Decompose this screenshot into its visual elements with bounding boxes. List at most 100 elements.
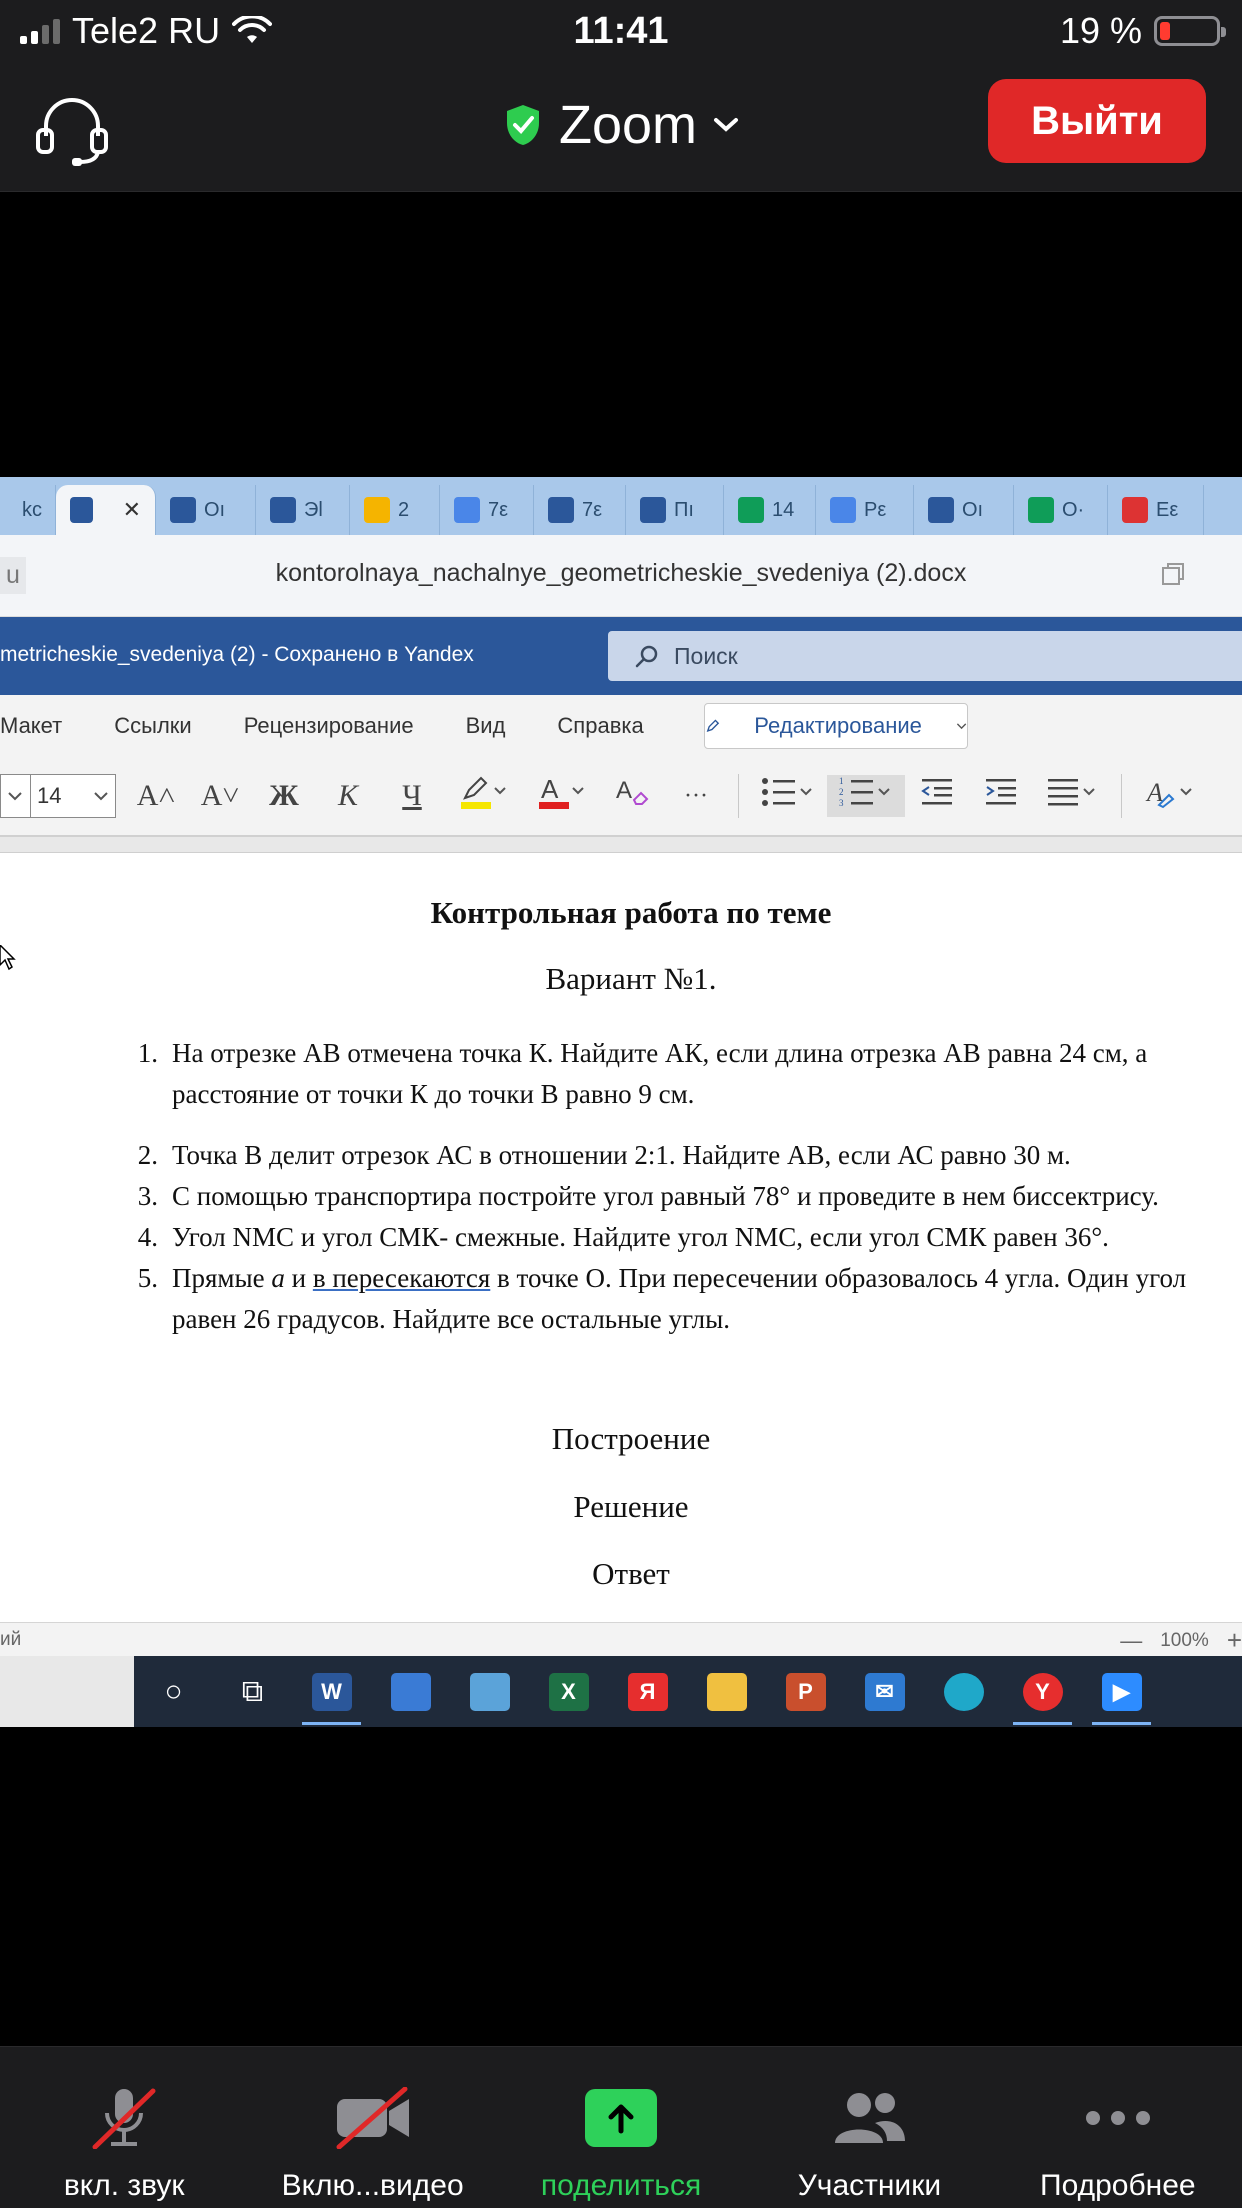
- taskbar-app[interactable]: [450, 1656, 529, 1727]
- browser-tab[interactable]: O·: [1014, 485, 1108, 535]
- start-video-button[interactable]: Вклю...видео: [248, 2047, 496, 2208]
- chevron-down-icon: [94, 792, 108, 801]
- align-button[interactable]: [1033, 777, 1111, 815]
- unmute-label: вкл. звук: [63, 2169, 185, 2202]
- increase-indent-icon: [986, 779, 1016, 805]
- taskbar-app[interactable]: ⧉: [213, 1656, 292, 1727]
- question-number: 3.: [137, 1181, 158, 1211]
- editing-mode-label: Редактирование: [754, 713, 922, 738]
- taskbar-app[interactable]: Y: [1003, 1656, 1082, 1727]
- participants-icon: [835, 2093, 906, 2143]
- ios-status-bar: Tele2 RU 11:41 19 %: [0, 0, 1242, 66]
- font-color-button[interactable]: A: [522, 774, 600, 818]
- excel-app-icon: X: [548, 1672, 589, 1711]
- question-text: Угол NMC и угол СМК- смежные. Найдите уг…: [172, 1222, 1109, 1252]
- zoom-out-button[interactable]: —: [1120, 1628, 1142, 1654]
- shared-screen: kc ✕ Oı Эl 2 7ε 7ε Пı 14 Pε Oı O· Eε u kontorolnaya_…: [0, 477, 1242, 1727]
- zoom-in-button[interactable]: +: [1227, 1625, 1242, 1656]
- browser-tab[interactable]: Eε: [1108, 485, 1204, 535]
- font-name-select[interactable]: [0, 774, 30, 818]
- address-bar[interactable]: u kontorolnaya_nachalnye_geometricheskie…: [0, 535, 1242, 617]
- more-button[interactable]: Подробнее: [994, 2047, 1242, 2208]
- share-arrow-icon: [585, 2089, 658, 2147]
- status-right: 19 %: [1060, 10, 1226, 52]
- browser-tab[interactable]: Oı: [914, 485, 1014, 535]
- bullets-button[interactable]: [749, 775, 827, 817]
- toolbar-separator: [1121, 774, 1122, 818]
- taskbar-app[interactable]: W: [292, 1656, 371, 1727]
- toolbar-separator: [738, 774, 739, 818]
- browser-tab[interactable]: Эl: [256, 485, 350, 535]
- numbering-button[interactable]: 1 2 3: [827, 775, 905, 817]
- editing-mode-button[interactable]: Редактирование: [704, 703, 968, 749]
- section-construction: Построение: [551, 1421, 711, 1456]
- zoom-level[interactable]: 100%: [1160, 1630, 1209, 1652]
- browser-tab[interactable]: Oı: [156, 485, 256, 535]
- svg-text:3: 3: [839, 798, 844, 808]
- mail-icon: [364, 497, 390, 523]
- ribbon-tab[interactable]: Справка: [531, 713, 669, 739]
- chevron-down-icon: [714, 118, 739, 132]
- share-screen-button[interactable]: поделиться: [497, 2047, 745, 2208]
- leave-button[interactable]: Выйти: [988, 79, 1206, 163]
- bold-button[interactable]: Ж: [252, 779, 316, 813]
- list-item: 2. Точка В делит отрезок АС в отношении …: [112, 1135, 1222, 1176]
- browser-tab-label: 2: [398, 498, 410, 521]
- taskbar-app[interactable]: X: [529, 1656, 608, 1727]
- document-icon: [830, 497, 856, 523]
- question-text: С помощью транспортира постройте угол ра…: [172, 1181, 1159, 1211]
- highlight-button[interactable]: [444, 774, 522, 818]
- browser-tab[interactable]: 7ε: [534, 485, 626, 535]
- edge-app-icon: [943, 1672, 984, 1711]
- decrease-indent-button[interactable]: [905, 777, 969, 815]
- browser-tab[interactable]: 7ε: [440, 485, 534, 535]
- underline-button[interactable]: Ч: [380, 779, 444, 813]
- close-tab-icon[interactable]: ✕: [123, 497, 141, 523]
- font-size-select[interactable]: 14: [30, 774, 116, 818]
- taskbar-app[interactable]: ○: [134, 1656, 213, 1727]
- unmute-button[interactable]: вкл. звук: [0, 2047, 248, 2208]
- clear-formatting-button[interactable]: A: [600, 774, 664, 818]
- browser-tab[interactable]: 2: [350, 485, 440, 535]
- taskbar-app[interactable]: Я: [608, 1656, 687, 1727]
- document-heading: Контрольная работа по теме: [430, 895, 832, 930]
- document-title[interactable]: metricheskie_svedeniya (2) - Сохранено в…: [0, 643, 474, 667]
- align-justify-icon: [1048, 779, 1095, 806]
- tab-manage-icon[interactable]: [1160, 561, 1186, 587]
- more-options-button[interactable]: ···: [664, 783, 728, 810]
- ribbon-tab[interactable]: Макет: [0, 713, 88, 739]
- browser-tab[interactable]: ✕: [56, 485, 156, 535]
- svg-text:A: A: [616, 777, 632, 804]
- store-icon: [390, 1672, 431, 1711]
- battery-icon: [1154, 16, 1226, 46]
- question-text-part: Прямые: [172, 1263, 272, 1293]
- search-box[interactable]: Поиск: [608, 631, 1242, 681]
- italic-button[interactable]: К: [316, 779, 380, 813]
- taskbar-app[interactable]: ▶: [1082, 1656, 1161, 1727]
- ribbon-tab[interactable]: Вид: [440, 713, 532, 739]
- grow-font-button[interactable]: A˄: [124, 779, 188, 813]
- taskbar-app[interactable]: [371, 1656, 450, 1727]
- taskbar-app[interactable]: [924, 1656, 1003, 1727]
- list-item: 1. На отрезке АВ отмечена точка К. Найди…: [112, 1033, 1222, 1115]
- shrink-font-button[interactable]: A˅: [188, 779, 252, 813]
- increase-indent-button[interactable]: [969, 777, 1033, 815]
- styles-button[interactable]: A: [1132, 775, 1210, 817]
- word-doc-icon: [170, 497, 196, 523]
- browser-tab-label: Pε: [864, 498, 887, 521]
- browser-tab[interactable]: Pε: [816, 485, 914, 535]
- ribbon-tab[interactable]: Ссылки: [88, 713, 217, 739]
- browser-tab[interactable]: 14: [724, 485, 816, 535]
- word-status-bar: ий — 100% +: [0, 1622, 1242, 1656]
- participants-button[interactable]: Участники: [745, 2047, 993, 2208]
- section-solution: Решение: [573, 1489, 689, 1524]
- font-color-icon: A: [539, 774, 584, 809]
- browser-tab[interactable]: Пı: [626, 485, 724, 535]
- zoom-app-icon: ▶: [1101, 1672, 1142, 1711]
- ribbon-tab[interactable]: Рецензирование: [218, 713, 440, 739]
- taskbar-app[interactable]: P: [766, 1656, 845, 1727]
- document-page[interactable]: Контрольная работа по теме Вариант №1. 1…: [0, 853, 1242, 1640]
- taskbar-app[interactable]: ✉: [845, 1656, 924, 1727]
- taskbar-app[interactable]: [687, 1656, 766, 1727]
- browser-tab[interactable]: kc: [0, 485, 56, 535]
